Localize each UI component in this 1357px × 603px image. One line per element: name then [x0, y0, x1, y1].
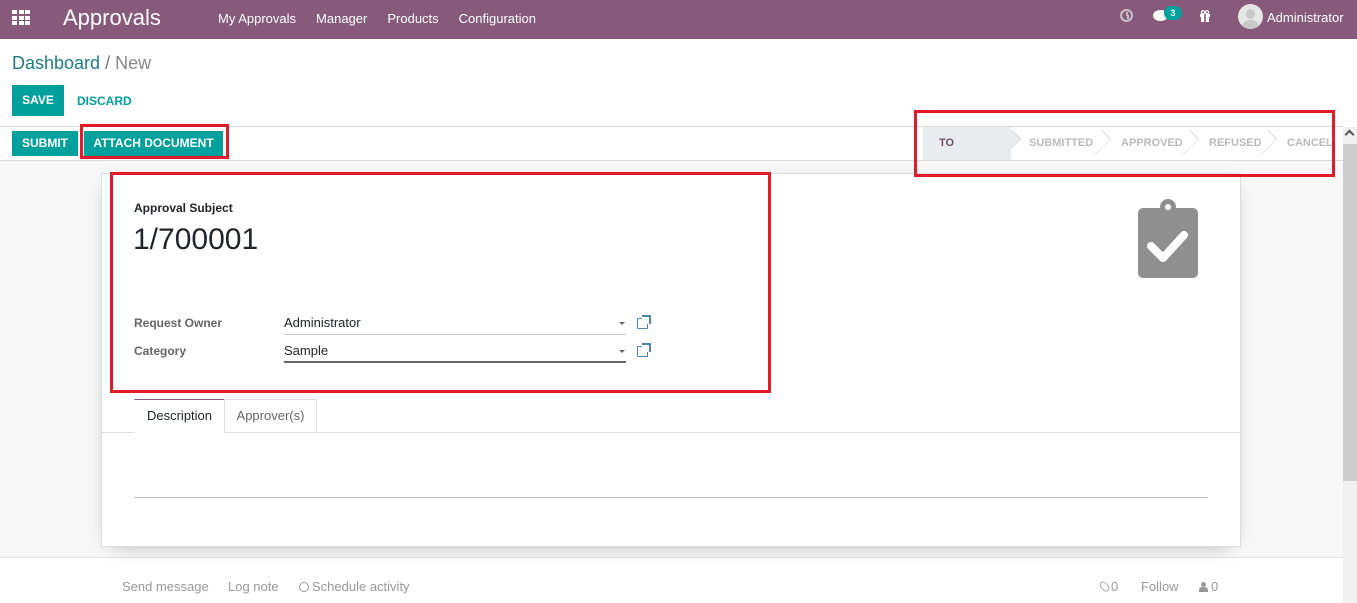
attachments-button[interactable]: 0 — [1098, 579, 1119, 594]
request-owner-label: Request Owner — [134, 316, 223, 330]
breadcrumb-separator: / — [105, 53, 111, 73]
followers-count: 0 — [1211, 579, 1219, 594]
followers-button[interactable]: 0 — [1199, 579, 1218, 594]
request-owner-external-link-icon[interactable] — [637, 315, 651, 329]
main-menu: My Approvals Manager Products Configurat… — [218, 11, 536, 26]
save-button[interactable]: SAVE — [12, 85, 64, 116]
stage-submitted[interactable]: SUBMITTED — [1011, 127, 1101, 160]
category-external-link-icon[interactable] — [637, 343, 651, 357]
follow-button[interactable]: Follow — [1141, 579, 1179, 594]
log-note-button[interactable]: Log note — [228, 579, 279, 594]
request-owner-input[interactable]: Administrator — [284, 313, 626, 335]
vertical-scrollbar[interactable] — [1343, 127, 1357, 603]
stage-to-submit[interactable]: TO SUBMIT — [923, 127, 1011, 182]
schedule-activity-button[interactable]: Schedule activity — [299, 579, 410, 594]
stage-refused[interactable]: REFUSED — [1189, 127, 1267, 160]
stage-approved[interactable]: APPROVED — [1101, 127, 1189, 160]
category-input[interactable]: Sample — [284, 341, 626, 363]
send-message-button[interactable]: Send message — [122, 579, 209, 594]
category-dropdown-icon[interactable] — [619, 350, 625, 353]
stage-cancel[interactable]: CANCEL — [1267, 127, 1344, 160]
top-navbar: Approvals My Approvals Manager Products … — [0, 0, 1357, 39]
clock-icon — [299, 582, 309, 592]
attach-document-button[interactable]: ATTACH DOCUMENT — [84, 131, 223, 156]
scroll-up-arrow-icon[interactable] — [1344, 129, 1355, 140]
description-field[interactable] — [134, 497, 1208, 498]
attachments-count: 0 — [1111, 579, 1119, 594]
user-avatar[interactable] — [1238, 4, 1263, 29]
paperclip-icon — [1098, 580, 1111, 593]
tab-description[interactable]: Description — [134, 399, 224, 434]
breadcrumb-current: New — [115, 53, 152, 73]
approval-subject-value[interactable]: 1/700001 — [133, 223, 258, 257]
app-title[interactable]: Approvals — [63, 5, 161, 31]
menu-my-approvals[interactable]: My Approvals — [218, 11, 296, 26]
user-menu[interactable]: Administrator — [1267, 10, 1344, 25]
discard-button[interactable]: DISCARD — [77, 94, 132, 108]
breadcrumb-dashboard[interactable]: Dashboard — [12, 53, 100, 73]
apps-menu-icon[interactable] — [12, 10, 30, 25]
submit-button[interactable]: SUBMIT — [12, 131, 78, 156]
request-owner-dropdown-icon[interactable] — [619, 322, 625, 325]
breadcrumb: Dashboard / New — [12, 53, 151, 74]
messages-badge: 3 — [1164, 6, 1182, 20]
gift-icon[interactable] — [1199, 10, 1211, 22]
tab-approvers[interactable]: Approver(s) — [224, 399, 317, 433]
clipboard-check-icon — [1138, 199, 1198, 278]
notebook-tabs: Description Approver(s) — [101, 399, 1240, 434]
category-label: Category — [134, 344, 187, 358]
menu-manager[interactable]: Manager — [316, 11, 367, 26]
approval-subject-label: Approval Subject — [134, 201, 233, 215]
status-stages: TO SUBMIT SUBMITTED APPROVED REFUSED CAN… — [923, 127, 1344, 182]
schedule-activity-label: Schedule activity — [312, 579, 410, 594]
menu-products[interactable]: Products — [387, 11, 438, 26]
form-sheet — [101, 173, 1241, 547]
activity-clock-icon[interactable] — [1120, 9, 1133, 22]
followers-icon — [1199, 582, 1208, 592]
menu-configuration[interactable]: Configuration — [459, 11, 536, 26]
scrollbar-thumb[interactable] — [1343, 144, 1357, 481]
